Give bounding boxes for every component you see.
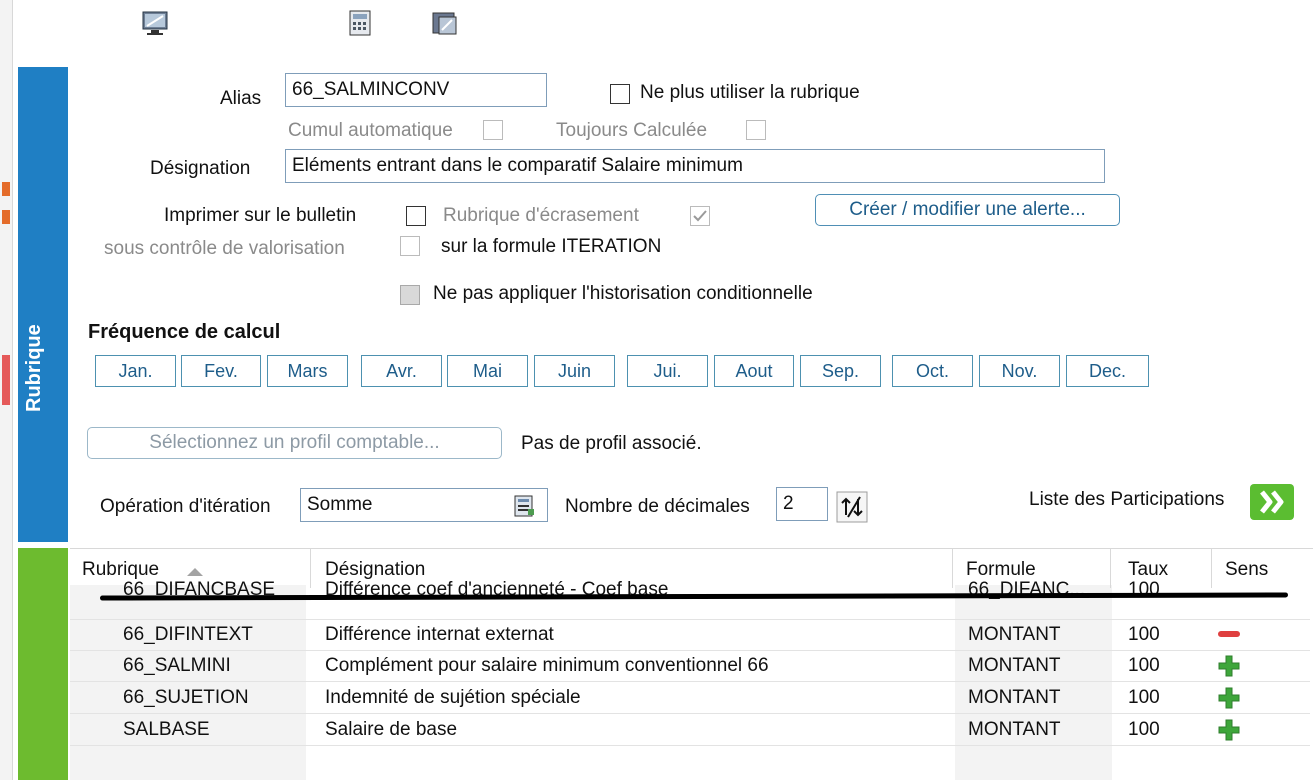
imprimer-bulletin-checkbox[interactable] xyxy=(406,206,426,226)
designation-cell: Salaire de base xyxy=(325,719,458,740)
ne-plus-utiliser-label: Ne plus utiliser la rubrique xyxy=(640,82,860,103)
month-nov-button[interactable]: Nov. xyxy=(979,355,1060,387)
header-separator-4 xyxy=(1211,548,1212,588)
month-avr-button[interactable]: Avr. xyxy=(361,355,442,387)
formule-cell: 66_DIFANC... xyxy=(968,579,1086,600)
select-profil-comptable-button[interactable]: Sélectionnez un profil comptable... xyxy=(87,427,502,459)
alias-label: Alias xyxy=(220,88,262,109)
formule-cell: MONTANT xyxy=(968,719,1061,740)
historisation-checkbox[interactable] xyxy=(400,285,420,305)
decimales-input[interactable]: 2 xyxy=(776,487,828,521)
header-separator-2 xyxy=(952,548,953,588)
month-fev-button[interactable]: Fev. xyxy=(181,355,261,387)
cumul-automatique-label: Cumul automatique xyxy=(288,120,453,141)
sous-controle-label: sous contrôle de valorisation xyxy=(104,238,345,259)
window-document-icon[interactable] xyxy=(430,8,460,38)
iteration-formula-label: sur la formule ITERATION xyxy=(441,236,662,257)
rubrique-cell: 66_DIFINTEXT xyxy=(123,624,253,645)
rubrique-cell: SALBASE xyxy=(123,719,210,740)
designation-label: Désignation xyxy=(150,158,251,179)
calculator-icon[interactable] xyxy=(345,8,375,38)
rubrique-cell: 66_SALMINI xyxy=(123,655,231,676)
month-jan-button[interactable]: Jan. xyxy=(95,355,176,387)
checkmark-icon xyxy=(693,210,707,222)
picker-icon[interactable] xyxy=(512,494,536,518)
operation-iteration-input[interactable]: Somme xyxy=(300,488,548,522)
month-jui-button[interactable]: Jui. xyxy=(627,355,708,387)
edge-red-mark xyxy=(2,355,10,405)
month-dec-button[interactable]: Dec. xyxy=(1066,355,1149,387)
month-mars-button[interactable]: Mars xyxy=(267,355,348,387)
formule-cell: MONTANT xyxy=(968,687,1061,708)
table-row[interactable]: 66_SUJETION Indemnité de sujétion spécia… xyxy=(70,682,1310,714)
designation-cell: Indemnité de sujétion spéciale xyxy=(325,687,581,708)
participations-label: Liste des Participations xyxy=(1029,489,1225,510)
taux-cell: 100 xyxy=(1128,655,1160,676)
month-sep-button[interactable]: Sep. xyxy=(800,355,881,387)
toujours-calculee-label: Toujours Calculée xyxy=(556,120,708,141)
month-aout-button[interactable]: Aout xyxy=(714,355,794,387)
left-window-edge xyxy=(0,0,13,780)
header-separator-3 xyxy=(1110,548,1111,588)
month-mai-button[interactable]: Mai xyxy=(447,355,528,387)
toujours-calculee-checkbox[interactable] xyxy=(746,120,766,140)
minus-icon[interactable] xyxy=(1217,629,1241,639)
taux-cell: 100 xyxy=(1128,579,1160,600)
month-juin-button[interactable]: Juin xyxy=(534,355,615,387)
rubrique-ecrasement-label: Rubrique d'écrasement xyxy=(443,205,639,226)
sort-stepper-icon[interactable] xyxy=(836,491,868,523)
designation-cell: Différence coef d'ancienneté - Coef base xyxy=(325,579,669,600)
taux-cell: 100 xyxy=(1128,719,1160,740)
rubrique-side-label: Rubrique xyxy=(23,324,45,412)
table-row[interactable]: SALBASE Salaire de base MONTANT 100 xyxy=(70,714,1310,746)
designation-input[interactable]: Eléments entrant dans le comparatif Sala… xyxy=(285,149,1105,183)
rubrique-cell: 66_DIFANCBASE xyxy=(123,579,276,600)
frequence-calcul-heading: Fréquence de calcul xyxy=(88,321,281,343)
rubrique-ecrasement-checkbox[interactable] xyxy=(690,206,710,226)
header-separator-1 xyxy=(310,548,311,588)
historisation-label: Ne pas appliquer l'historisation conditi… xyxy=(433,283,813,304)
creer-modifier-alerte-button[interactable]: Créer / modifier une alerte... xyxy=(815,194,1120,226)
operation-iteration-label: Opération d'itération xyxy=(100,496,271,517)
participations-forward-button[interactable] xyxy=(1250,484,1294,520)
table-row[interactable]: 66_DIFINTEXT Différence internat externa… xyxy=(70,619,1310,651)
alias-input[interactable]: 66_SALMINCONV xyxy=(285,73,547,107)
taux-cell: 100 xyxy=(1128,624,1160,645)
rubrique-side-tab[interactable]: Rubrique xyxy=(18,67,68,542)
sous-controle-checkbox[interactable] xyxy=(400,236,420,256)
rubrique-cell: 66_SUJETION xyxy=(123,687,249,708)
plus-icon[interactable] xyxy=(1217,718,1241,742)
header-sens[interactable]: Sens xyxy=(1225,555,1268,587)
plus-icon[interactable] xyxy=(1217,654,1241,678)
edge-orange-mark-1 xyxy=(2,182,10,196)
designation-cell: Complément pour salaire minimum conventi… xyxy=(325,655,769,676)
plus-icon[interactable] xyxy=(1217,686,1241,710)
edge-orange-mark-2 xyxy=(2,210,10,224)
green-side-tab[interactable] xyxy=(18,548,68,780)
decimales-label: Nombre de décimales xyxy=(565,496,750,517)
cumul-automatique-checkbox[interactable] xyxy=(483,120,503,140)
monitor-icon[interactable] xyxy=(140,8,170,38)
designation-cell: Différence internat externat xyxy=(325,624,554,645)
imprimer-bulletin-label: Imprimer sur le bulletin xyxy=(164,205,357,226)
table-row[interactable]: 66_SALMINI Complément pour salaire minim… xyxy=(70,650,1310,682)
taux-cell: 100 xyxy=(1128,687,1160,708)
formule-cell: MONTANT xyxy=(968,655,1061,676)
profil-status-text: Pas de profil associé. xyxy=(521,433,702,454)
double-chevron-right-icon xyxy=(1260,490,1284,514)
formule-cell: MONTANT xyxy=(968,624,1061,645)
ne-plus-utiliser-checkbox[interactable] xyxy=(610,84,630,104)
month-oct-button[interactable]: Oct. xyxy=(892,355,973,387)
